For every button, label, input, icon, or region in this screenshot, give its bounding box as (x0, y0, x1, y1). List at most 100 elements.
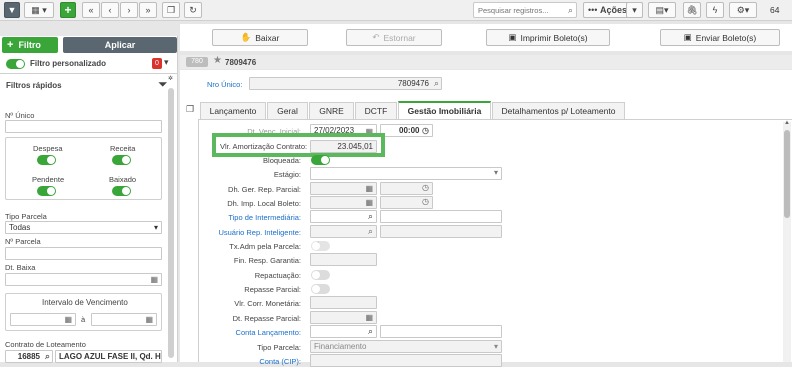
record-header (180, 55, 792, 69)
nro-unico-field-label: Nro Único: (207, 80, 243, 89)
tipo-intermediaria-label[interactable]: Tipo de Intermediária: (111, 213, 301, 222)
search-icon[interactable]: ⌕ (568, 5, 573, 16)
tab-detalhamentos-loteamento[interactable]: Detalhamentos p/ Loteamento (492, 102, 625, 119)
fin-resp-label: Fin. Resp. Garantia: (233, 256, 301, 265)
clock-icon[interactable]: ◷ (422, 125, 429, 136)
calendar-icon[interactable]: ▦ (64, 315, 72, 324)
copy-button[interactable]: ❐ (162, 2, 180, 18)
search-icon[interactable]: ⌕ (368, 326, 373, 337)
divider (0, 73, 178, 74)
conta-lancamento-desc (380, 325, 502, 338)
copy-tab-icon[interactable]: ❐ (186, 104, 194, 115)
dt-baixa-label: Dt. Baixa (5, 263, 36, 272)
estagio-select[interactable]: ▾ (310, 167, 502, 180)
estornar-label: Estornar (383, 32, 416, 43)
tab-dctf[interactable]: DCTF (355, 102, 397, 119)
dh-ger-date: ▦ (310, 182, 377, 195)
tipo-parcela-form-value: Financiamento (314, 342, 367, 351)
chevron-down-icon: ▾ (493, 342, 498, 351)
custom-filter-toggle[interactable] (6, 59, 25, 69)
add-button[interactable]: + (60, 2, 76, 18)
star-icon[interactable]: ★ (213, 55, 222, 66)
bloqueada-toggle[interactable] (311, 155, 330, 165)
next-record-button[interactable]: › (120, 2, 138, 18)
calendar-icon: ▦ (365, 198, 373, 207)
dh-ger-label: Dh. Ger. Rep. Parcial: (228, 185, 301, 194)
repactuacao-toggle[interactable] (311, 270, 330, 280)
funnel-settings-icon: ✲ (168, 76, 174, 82)
contrato-code-input[interactable]: 16885 ⌕ (5, 350, 53, 363)
imprimir-boleto-button[interactable]: ▣ Imprimir Boleto(s) (486, 29, 610, 46)
settings-button[interactable]: ⚙ ▾ (729, 2, 757, 18)
tab-lancamento[interactable]: Lançamento (200, 102, 266, 119)
document-icon: ▤ (655, 4, 664, 15)
printer-icon: ▣ (508, 32, 517, 42)
estagio-label: Estágio: (273, 170, 301, 179)
refresh-button[interactable]: ↻ (184, 2, 202, 18)
search-input[interactable] (474, 3, 562, 17)
dt-repasse-input: ▦ (310, 311, 377, 324)
last-record-button[interactable]: » (139, 2, 157, 18)
baixar-button[interactable]: ✋ Baixar (212, 29, 308, 46)
intervalo-separator: à (81, 315, 86, 324)
despesa-label: Despesa (33, 144, 63, 153)
contrato-code: 16885 (17, 352, 40, 361)
estornar-button[interactable]: ↶ Estornar (346, 29, 442, 46)
lightning-icon: ϟ (712, 5, 718, 15)
custom-filter-chevron-icon[interactable]: ▾ (164, 57, 169, 68)
contrato-label: Contrato de Loteamento (5, 340, 86, 349)
tab-geral[interactable]: Geral (267, 102, 308, 119)
search-icon[interactable]: ⌕ (45, 351, 50, 362)
apply-button[interactable]: Aplicar (63, 37, 177, 53)
amortizacao-label: Vlr. Amortização Contrato: (220, 142, 308, 151)
filter-button[interactable]: + Filtro (2, 37, 58, 53)
conta-lancamento-label[interactable]: Conta Lançamento: (111, 328, 301, 337)
dh-imp-date: ▦ (310, 196, 377, 209)
page-number: 64 (770, 5, 780, 15)
tipo-parcela-form-label: Tipo Parcela: (257, 343, 301, 352)
conta-lancamento-input[interactable]: ⌕ (310, 325, 377, 338)
actions-label: Ações (599, 5, 627, 15)
pendente-toggle[interactable] (37, 186, 56, 196)
previous-record-button[interactable]: ‹ (101, 2, 119, 18)
check-icon: ✓ (314, 241, 320, 248)
repactuacao-label: Repactuação: (254, 271, 301, 280)
receita-label: Receita (110, 144, 136, 153)
conta-cip-input (310, 354, 502, 367)
tipo-intermediaria-input[interactable]: ⌕ (310, 210, 377, 223)
actions-dropdown-button[interactable]: ▾ (626, 2, 643, 18)
nro-unico-value: 7809476 (397, 79, 429, 88)
filter-toggle-button[interactable]: ▼ (4, 2, 20, 18)
quick-filters-label: Filtros rápidos (6, 81, 62, 90)
tx-adm-toggle: ✓ (311, 241, 330, 251)
intervalo-start-input[interactable]: ▦ (10, 313, 76, 326)
attach-button[interactable]: 🖇 (683, 2, 701, 18)
repasse-toggle[interactable] (311, 284, 330, 294)
amortizacao-field: 23.045,01 (310, 140, 377, 153)
custom-filter-label: Filtro personalizado (30, 59, 107, 68)
repasse-label: Repasse Parcial: (244, 285, 301, 294)
tab-gestao-imobiliaria[interactable]: Gestão Imobiliária (398, 101, 491, 119)
usuario-rep-desc (380, 225, 502, 238)
grid-view-button[interactable]: ▦ ▾ (24, 2, 54, 18)
form-scrollbar-thumb[interactable] (784, 130, 790, 218)
funnel-icon[interactable]: ⏷ (158, 77, 168, 92)
flash-button[interactable]: ϟ (706, 2, 724, 18)
search-icon[interactable]: ⌕ (434, 78, 439, 89)
time-input[interactable]: 00:00 ◷ (380, 124, 433, 137)
despesa-toggle[interactable] (37, 155, 56, 165)
calendar-icon: ▦ (365, 313, 373, 322)
document-button[interactable]: ▤ ▾ (648, 2, 676, 18)
plus-icon: + (7, 39, 14, 51)
dh-ger-time: ◷ (380, 182, 433, 195)
pendente-label: Pendente (32, 175, 65, 184)
scroll-up-arrow[interactable]: ▲ (784, 120, 790, 126)
bloqueada-label: Bloqueada: (263, 156, 301, 165)
record-number: 7809476 (225, 58, 257, 67)
tab-gnre[interactable]: GNRE (309, 102, 354, 119)
enviar-boleto-button[interactable]: ▣ Enviar Boleto(s) (660, 29, 780, 46)
more-icon: ••• (588, 5, 598, 15)
search-icon[interactable]: ⌕ (368, 211, 373, 222)
usuario-rep-label[interactable]: Usuário Rep. Inteligente: (111, 228, 301, 237)
first-record-button[interactable]: « (82, 2, 100, 18)
